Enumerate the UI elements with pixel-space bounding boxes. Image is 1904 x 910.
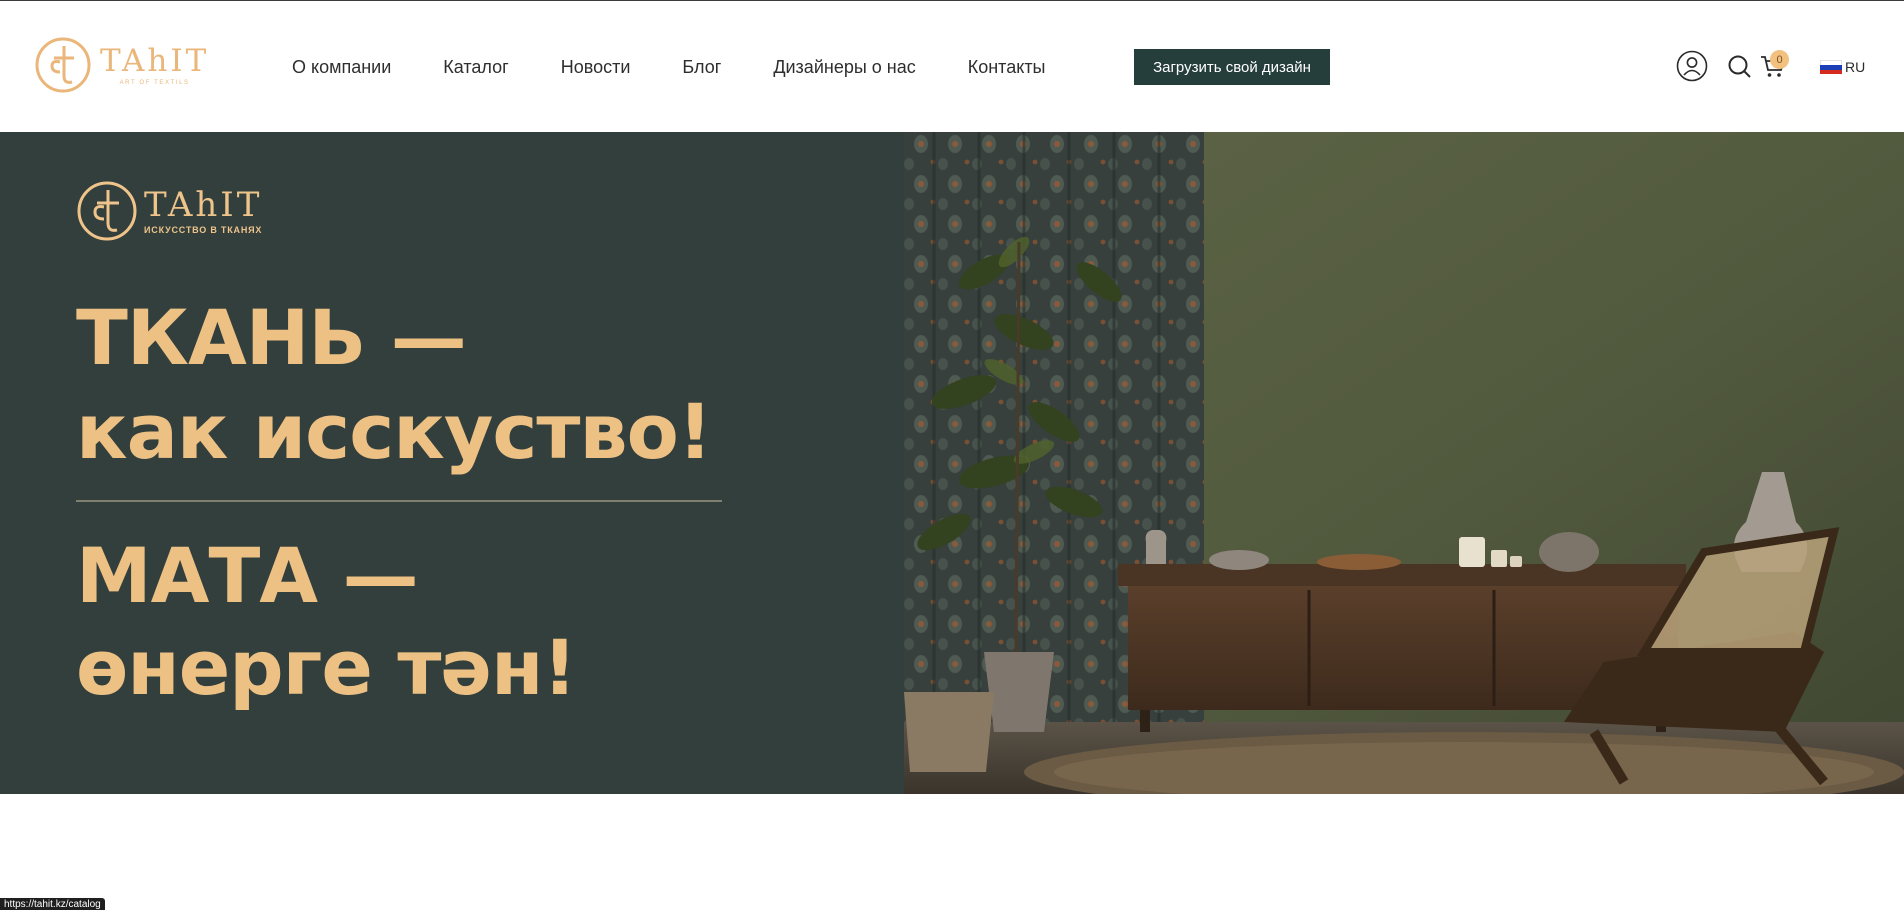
interior-photo-illustration — [904, 132, 1904, 794]
hero-headline-line-3: МАТА — — [76, 531, 419, 620]
browser-status-url: https://tahit.kz/catalog — [0, 898, 105, 910]
logo-tagline: ART OF TEXTILS — [119, 80, 190, 86]
hero-logo: TAhIT ИСКУССТВО В ТКАНЯХ — [76, 180, 262, 242]
search-icon[interactable] — [1727, 54, 1752, 79]
logo-wordmark: TAhIT ART OF TEXTILS — [100, 44, 209, 86]
hero-logo-tagline: ИСКУССТВО В ТКАНЯХ — [144, 225, 263, 235]
site-logo[interactable]: TAhIT ART OF TEXTILS — [34, 34, 224, 96]
hero-logo-word: TAhIT — [144, 185, 263, 225]
nav-item-catalog[interactable]: Каталог — [443, 53, 508, 81]
cart-count-badge: 0 — [1770, 50, 1789, 69]
hero-banner: TAhIT ИСКУССТВО В ТКАНЯХ ТКАНЬ — как исс… — [0, 132, 1904, 794]
nav-item-about[interactable]: О компании — [292, 53, 391, 81]
nav-item-contacts[interactable]: Контакты — [968, 53, 1046, 81]
upload-design-button[interactable]: Загрузить свой дизайн — [1134, 49, 1330, 85]
russia-flag-icon — [1820, 60, 1842, 74]
hero-text-panel: TAhIT ИСКУССТВО В ТКАНЯХ ТКАНЬ — как исс… — [0, 132, 904, 794]
logo-emblem-icon — [35, 37, 91, 93]
language-switcher[interactable]: RU — [1820, 59, 1865, 75]
hero-logo-wordmark: TAhIT ИСКУССТВО В ТКАНЯХ — [144, 187, 262, 235]
hero-divider — [76, 500, 722, 502]
nav-item-news[interactable]: Новости — [561, 53, 631, 81]
logo-emblem-icon — [77, 181, 137, 241]
hero-headline-line-1: ТКАНЬ — — [76, 293, 467, 382]
nav-item-designers[interactable]: Дизайнеры о нас — [773, 53, 915, 81]
main-nav: О компании Каталог Новости Блог Дизайнер… — [292, 53, 1046, 81]
hero-headline-line-2: как исскуство! — [76, 387, 712, 476]
site-header: TAhIT ART OF TEXTILS О компании Каталог … — [0, 1, 1904, 132]
logo-word: TAhIT — [100, 43, 210, 79]
hero-interior-image — [904, 132, 1904, 794]
nav-item-blog[interactable]: Блог — [682, 53, 721, 81]
hero-headline-line-4: өнерге тән! — [76, 623, 577, 712]
language-label: RU — [1845, 59, 1866, 75]
user-circle-icon[interactable] — [1676, 50, 1708, 82]
